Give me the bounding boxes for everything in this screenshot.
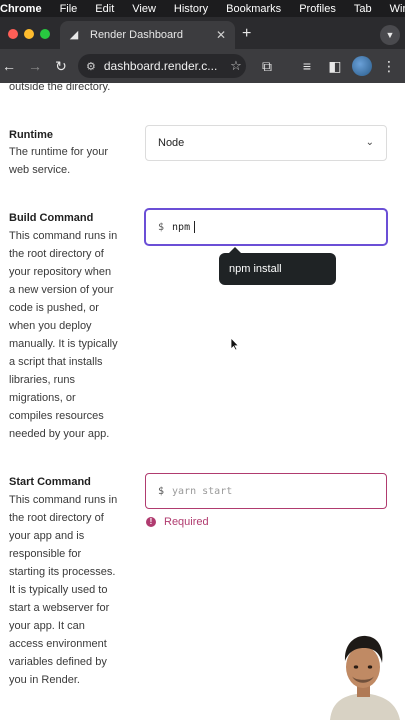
address-url: dashboard.render.c...	[103, 59, 218, 73]
site-info-icon[interactable]: ⚙	[86, 60, 96, 73]
runtime-select[interactable]: Node ⌄	[145, 125, 387, 161]
build-prompt-symbol: $	[158, 221, 165, 233]
menu-window[interactable]: Wind	[390, 3, 405, 15]
start-command-input[interactable]: $ yarn start	[145, 473, 387, 509]
tab-search-chevron-icon[interactable]: ▼	[380, 25, 400, 45]
tab-render-dashboard[interactable]: ◢ Render Dashboard ✕	[60, 21, 235, 49]
build-command-suggestion[interactable]: npm install	[219, 253, 336, 285]
mouse-pointer-icon	[230, 337, 240, 351]
page-content: outside the directory. Runtime The runti…	[0, 81, 405, 720]
side-panel-icon[interactable]: ◧	[326, 57, 344, 75]
reading-list-icon[interactable]: ≡	[298, 57, 316, 75]
build-command-description: This command runs in the root directory …	[9, 230, 118, 440]
menu-view[interactable]: View	[132, 3, 156, 15]
start-command-placeholder: yarn start	[172, 485, 233, 497]
extensions-puzzle-icon[interactable]: ⧉	[258, 57, 276, 75]
menu-edit[interactable]: Edit	[95, 3, 114, 15]
start-command-error: ! Required	[146, 516, 209, 528]
runtime-description: The runtime for your web service.	[9, 146, 109, 176]
macos-menubar: Chrome File Edit View History Bookmarks …	[0, 0, 405, 17]
menu-profiles[interactable]: Profiles	[299, 3, 336, 15]
back-arrow-icon[interactable]: ←	[0, 57, 18, 75]
profile-avatar[interactable]	[352, 56, 372, 76]
menu-bookmarks[interactable]: Bookmarks	[226, 3, 281, 15]
reload-icon[interactable]: ↻	[52, 57, 70, 75]
error-icon: !	[146, 517, 156, 527]
build-command-value: npm	[172, 221, 191, 233]
menu-history[interactable]: History	[174, 3, 208, 15]
window-close-button[interactable]	[8, 29, 18, 39]
forward-arrow-icon[interactable]: →	[26, 57, 44, 75]
browser-tabstrip: ◢ Render Dashboard ✕ + ▼	[0, 17, 405, 49]
chevron-down-icon: ⌄	[365, 137, 374, 148]
menu-tab[interactable]: Tab	[354, 3, 372, 15]
tab-close-icon[interactable]: ✕	[213, 28, 229, 42]
runtime-label: Runtime	[9, 129, 53, 141]
text-caret	[194, 221, 196, 233]
start-command-label: Start Command	[9, 476, 91, 488]
build-command-input[interactable]: $ npm	[145, 209, 387, 245]
build-command-label: Build Command	[9, 212, 94, 224]
render-favicon-icon: ◢	[69, 29, 79, 41]
start-prompt-symbol: $	[158, 485, 165, 497]
previous-field-description: outside the directory.	[9, 81, 111, 93]
start-command-description: This command runs in the root directory …	[9, 494, 118, 686]
webcam-presenter-image	[322, 631, 405, 720]
bookmark-star-icon[interactable]: ☆	[226, 58, 246, 74]
more-menu-icon[interactable]: ⋮	[380, 57, 398, 75]
runtime-selected-value: Node	[158, 137, 185, 149]
new-tab-icon[interactable]: +	[242, 26, 251, 42]
error-message: Required	[164, 516, 209, 528]
tab-title: Render Dashboard	[90, 29, 183, 41]
menu-file[interactable]: File	[60, 3, 78, 15]
window-zoom-button[interactable]	[40, 29, 50, 39]
menu-app-name[interactable]: Chrome	[0, 3, 42, 15]
window-minimize-button[interactable]	[24, 29, 34, 39]
address-bar[interactable]: ⚙ dashboard.render.c... ☆	[78, 54, 246, 78]
